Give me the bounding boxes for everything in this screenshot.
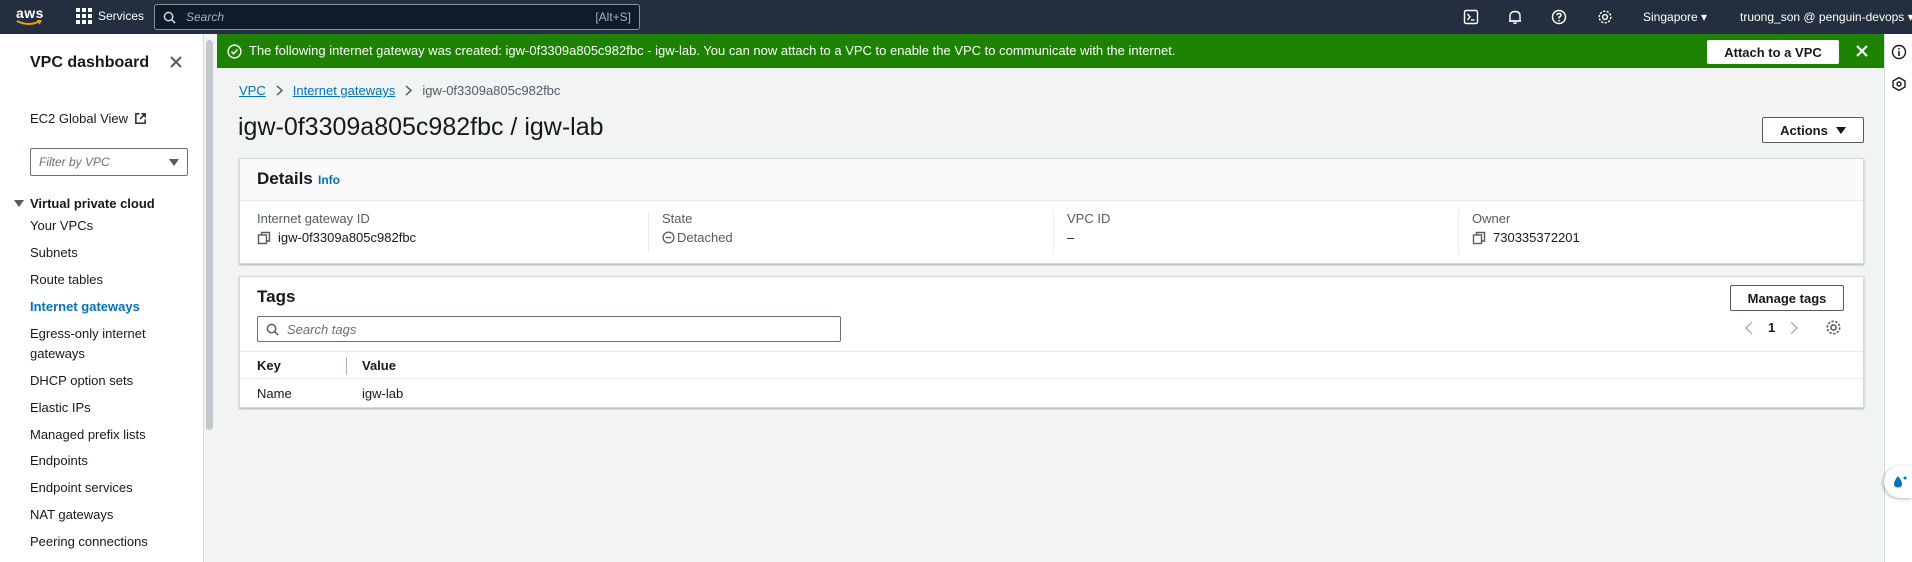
column-resizer[interactable] bbox=[346, 357, 347, 375]
search-shortcut: [Alt+S] bbox=[595, 10, 631, 24]
details-title: Details bbox=[257, 169, 313, 188]
details-header: Details Info bbox=[240, 159, 1863, 201]
tag-value-cell: igw-lab bbox=[362, 386, 404, 401]
chevron-down-icon bbox=[1835, 126, 1846, 134]
column-header-key[interactable]: Key bbox=[257, 358, 281, 373]
aws-logo-text: aws bbox=[16, 5, 44, 21]
detached-status-icon bbox=[662, 231, 675, 244]
tags-panel: Tags Manage tags Search tags 1 Key Value… bbox=[239, 276, 1864, 408]
sidebar-scrollbar[interactable] bbox=[206, 40, 213, 430]
tag-key-cell: Name bbox=[257, 386, 292, 401]
aws-logo[interactable]: aws bbox=[16, 6, 46, 28]
region-selector[interactable]: Singapore ▾ bbox=[1643, 10, 1707, 24]
sidebar-item-elastic-ips[interactable]: Elastic IPs bbox=[30, 398, 170, 418]
pagination: 1 bbox=[1744, 320, 1799, 335]
actions-dropdown-button[interactable]: Actions bbox=[1762, 117, 1864, 143]
sidebar-item-egress-only-internet-gateways[interactable]: Egress-only internet gateways bbox=[30, 324, 170, 364]
table-preferences-gear-icon[interactable] bbox=[1825, 319, 1842, 336]
manage-tags-button[interactable]: Manage tags bbox=[1730, 285, 1844, 311]
sidebar-item-managed-prefix-lists[interactable]: Managed prefix lists bbox=[30, 425, 170, 445]
sidebar-item-endpoint-services[interactable]: Endpoint services bbox=[30, 478, 170, 498]
top-navigation: aws Services Search [Alt+S] Singapore ▾ … bbox=[0, 0, 1912, 34]
sidebar-item-nat-gateways[interactable]: NAT gateways bbox=[30, 505, 170, 525]
sparkle-droplet-icon bbox=[1894, 476, 1907, 488]
info-panel-icon[interactable] bbox=[1891, 44, 1907, 60]
sidebar-item-subnets[interactable]: Subnets bbox=[30, 243, 170, 263]
search-tags-input[interactable]: Search tags bbox=[257, 316, 841, 342]
banner-message: The following internet gateway was creat… bbox=[249, 43, 1176, 58]
sidebar-item-dhcp-option-sets[interactable]: DHCP option sets bbox=[30, 371, 170, 391]
chevron-right-icon[interactable] bbox=[1789, 320, 1799, 335]
info-link[interactable]: Info bbox=[318, 173, 340, 187]
cloudshell-icon[interactable] bbox=[1463, 9, 1479, 25]
sidebar-item-endpoints[interactable]: Endpoints bbox=[30, 451, 170, 471]
section-label: Virtual private cloud bbox=[30, 196, 155, 211]
sidebar-item-route-tables[interactable]: Route tables bbox=[30, 270, 170, 290]
attach-to-vpc-button[interactable]: Attach to a VPC bbox=[1707, 40, 1839, 64]
breadcrumb-vpc-link[interactable]: VPC bbox=[239, 83, 266, 98]
state-field: State Detached bbox=[648, 211, 1053, 253]
filter-by-vpc-select[interactable]: Filter by VPC bbox=[30, 148, 188, 176]
field-label: State bbox=[662, 211, 693, 226]
copy-icon[interactable] bbox=[1472, 231, 1486, 245]
internet-gateway-id-field: Internet gateway ID igw-0f3309a805c982fb… bbox=[257, 211, 647, 253]
chevron-down-icon bbox=[169, 159, 179, 166]
table-row: Name igw-lab bbox=[240, 379, 1863, 407]
sidebar-item-ec2-global-view[interactable]: EC2 Global View bbox=[30, 111, 147, 126]
feedback-widget[interactable] bbox=[1884, 466, 1912, 498]
tags-table-header: Key Value bbox=[240, 351, 1863, 379]
external-link-icon bbox=[135, 113, 146, 124]
global-search-input[interactable]: Search [Alt+S] bbox=[154, 4, 640, 30]
field-label: Internet gateway ID bbox=[257, 211, 370, 226]
dismiss-banner-icon[interactable] bbox=[1854, 43, 1870, 59]
chevron-right-icon bbox=[276, 85, 283, 96]
notifications-bell-icon[interactable] bbox=[1507, 9, 1523, 25]
search-tags-placeholder: Search tags bbox=[287, 321, 357, 337]
success-flash-banner: The following internet gateway was creat… bbox=[217, 34, 1884, 68]
services-grid-icon bbox=[76, 8, 92, 24]
ec2-global-view-label: EC2 Global View bbox=[30, 111, 129, 126]
left-navigation-panel: VPC dashboard EC2 Global View Filter by … bbox=[0, 34, 204, 562]
sidebar-title[interactable]: VPC dashboard bbox=[30, 54, 149, 72]
sidebar-item-your-vpcs[interactable]: Your VPCs bbox=[30, 216, 170, 236]
field-value: – bbox=[1067, 230, 1075, 245]
owner-field: Owner 730335372201 bbox=[1458, 211, 1858, 253]
tags-title: Tags bbox=[257, 287, 296, 306]
sidebar-item-internet-gateways[interactable]: Internet gateways bbox=[30, 297, 170, 317]
account-label: truong_son @ penguin-devops bbox=[1740, 10, 1905, 24]
quick-setup-icon[interactable] bbox=[1891, 76, 1907, 92]
close-sidebar-icon[interactable] bbox=[168, 54, 184, 70]
sidebar-section-virtual-private-cloud[interactable]: Virtual private cloud bbox=[14, 196, 155, 211]
vpc-id-field: VPC ID – bbox=[1053, 211, 1458, 253]
breadcrumb-internet-gateways-link[interactable]: Internet gateways bbox=[293, 83, 396, 98]
chevron-right-icon bbox=[405, 85, 413, 96]
success-check-icon bbox=[227, 44, 242, 59]
details-panel: Details Info Internet gateway ID igw-0f3… bbox=[239, 158, 1864, 264]
field-label: VPC ID bbox=[1067, 211, 1111, 226]
region-label: Singapore bbox=[1643, 10, 1698, 24]
field-value: Detached bbox=[677, 230, 733, 245]
search-placeholder: Search bbox=[186, 10, 225, 24]
account-menu[interactable]: truong_son @ penguin-devops ▾ bbox=[1740, 10, 1912, 24]
settings-gear-icon[interactable] bbox=[1597, 9, 1613, 25]
page-number[interactable]: 1 bbox=[1768, 320, 1775, 335]
section-expand-icon bbox=[14, 200, 24, 207]
help-icon[interactable] bbox=[1551, 9, 1567, 25]
copy-icon[interactable] bbox=[257, 231, 271, 245]
column-header-value[interactable]: Value bbox=[362, 358, 396, 373]
search-icon bbox=[163, 11, 176, 24]
actions-label: Actions bbox=[1780, 122, 1828, 138]
field-value: 730335372201 bbox=[1493, 230, 1580, 245]
filter-by-vpc-placeholder: Filter by VPC bbox=[39, 155, 110, 169]
field-label: Owner bbox=[1472, 211, 1511, 226]
breadcrumb-current: igw-0f3309a805c982fbc bbox=[422, 83, 561, 98]
sidebar-item-peering-connections[interactable]: Peering connections bbox=[30, 532, 170, 552]
breadcrumb: VPC Internet gateways igw-0f3309a805c982… bbox=[239, 83, 560, 98]
services-menu[interactable]: Services bbox=[76, 8, 144, 24]
field-value: igw-0f3309a805c982fbc bbox=[278, 230, 417, 245]
services-label: Services bbox=[98, 9, 145, 23]
page-title: igw-0f3309a805c982fbc / igw-lab bbox=[238, 113, 604, 141]
search-icon bbox=[266, 323, 279, 336]
chevron-left-icon[interactable] bbox=[1744, 320, 1754, 335]
